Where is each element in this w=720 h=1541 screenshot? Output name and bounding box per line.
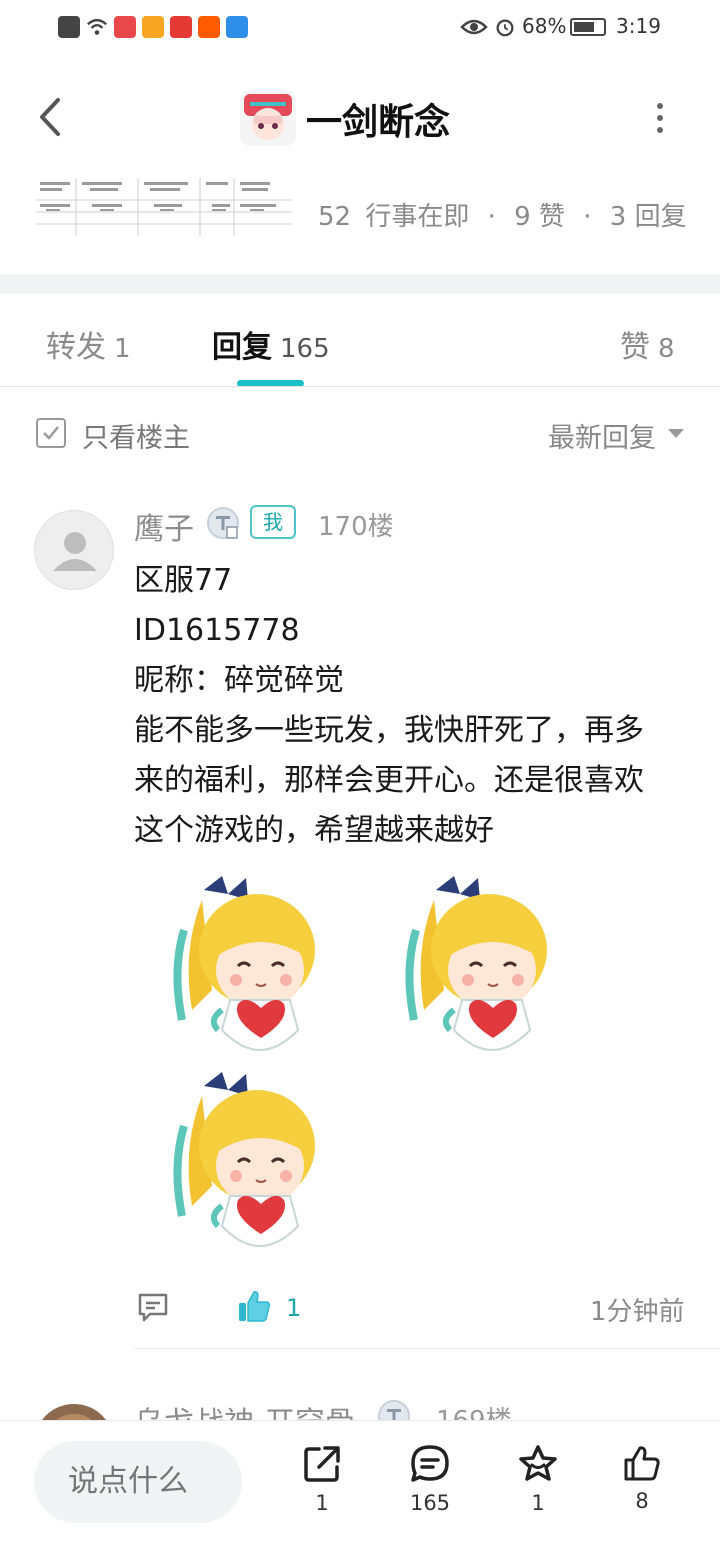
back-icon[interactable] <box>30 92 70 142</box>
tab-count: 165 <box>280 334 330 364</box>
only-op-checkbox[interactable] <box>36 418 66 448</box>
clock: 3:19 <box>616 14 661 38</box>
username[interactable]: 鹰子 <box>134 504 194 548</box>
sort-dropdown[interactable]: 最新回复 <box>548 416 656 455</box>
sticker-image[interactable] <box>394 870 552 1068</box>
weather-icon <box>226 16 248 38</box>
thumbs-up-icon <box>624 1446 660 1481</box>
wifi-icon <box>87 18 107 35</box>
share-icon <box>304 1446 340 1482</box>
favorite-count: 1 <box>531 1491 545 1515</box>
video-app-icon <box>142 16 164 38</box>
more-options-icon[interactable] <box>650 98 670 138</box>
level-badge-icon <box>207 507 239 539</box>
me-badge: 我 <box>250 505 296 539</box>
post-meta: 52 行事在即 · 9 赞 · 3 回复 <box>318 196 687 233</box>
tab-label: 赞 <box>620 330 650 365</box>
reply-line: ID1615778 <box>134 613 300 648</box>
tab-count: 1 <box>114 334 131 364</box>
reply-line: 能不能多一些玩发，我快肝死了，再多 <box>134 713 644 748</box>
reply-line: 昵称：碎觉碎觉 <box>134 663 344 698</box>
thumbs-up-icon[interactable] <box>236 1288 272 1324</box>
share-count: 1 <box>315 1491 329 1515</box>
tab-reposts[interactable]: 转发 1 <box>46 322 131 366</box>
battery-icon <box>570 18 606 36</box>
reply-divider <box>134 1348 720 1349</box>
reply-content: 区服77 ID1615778 昵称：碎觉碎觉 能不能多一些玩发，我快肝死了，再多… <box>134 556 684 856</box>
floor-number: 170楼 <box>318 512 394 542</box>
comment-bubble-icon <box>411 1445 449 1482</box>
alert-icon <box>58 16 80 38</box>
sticker-image[interactable] <box>162 1066 320 1264</box>
like-count: 1 <box>286 1294 302 1322</box>
avatar[interactable] <box>34 510 114 590</box>
app-icon <box>114 16 136 38</box>
post-meta-views: 52 <box>318 202 352 232</box>
post-meta-replies: 3 回复 <box>609 202 687 232</box>
comment-count: 165 <box>409 1491 451 1515</box>
comment-button[interactable]: 165 <box>390 1443 470 1515</box>
only-op-label[interactable]: 只看楼主 <box>82 416 190 455</box>
share-button[interactable]: 1 <box>282 1443 362 1515</box>
reply-line: 区服77 <box>134 563 233 598</box>
separator-dot: · <box>487 202 496 232</box>
taobao-icon <box>198 16 220 38</box>
like-total-count: 8 <box>635 1489 649 1513</box>
news-app-icon <box>170 16 192 38</box>
chevron-down-icon[interactable] <box>668 429 684 438</box>
tab-divider <box>0 386 720 387</box>
status-bar: 68% 3:19 <box>0 0 720 56</box>
reply-time: 1分钟前 <box>590 1297 685 1327</box>
battery-percent: 68% <box>522 14 567 38</box>
game-avatar[interactable] <box>240 90 296 146</box>
reply-line: 来的福利，那样会更开心。还是很喜欢 <box>134 763 644 798</box>
sticker-image[interactable] <box>162 870 320 1068</box>
favorite-button[interactable]: 1 <box>498 1443 578 1515</box>
reply-input[interactable] <box>34 1441 242 1523</box>
reply-line: 这个游戏的，希望越来越好 <box>134 813 494 848</box>
tab-replies[interactable]: 回复 165 <box>212 322 330 366</box>
star-icon <box>519 1445 557 1481</box>
alarm-icon <box>496 19 514 37</box>
like-button[interactable]: 8 <box>602 1443 682 1513</box>
post-meta-author: 行事在即 <box>365 202 470 232</box>
tab-label: 回复 <box>212 330 272 365</box>
eye-icon <box>460 19 488 35</box>
tab-count: 8 <box>658 334 675 364</box>
separator-dot: · <box>583 202 592 232</box>
post-meta-likes: 9 赞 <box>514 202 565 232</box>
page-title: 一剑断念 <box>306 102 451 143</box>
section-divider <box>0 274 720 294</box>
tab-likes[interactable]: 赞8 <box>620 322 675 366</box>
tab-label: 转发 <box>46 330 106 365</box>
comment-icon[interactable] <box>136 1290 170 1324</box>
post-thumbnail[interactable] <box>36 178 292 236</box>
